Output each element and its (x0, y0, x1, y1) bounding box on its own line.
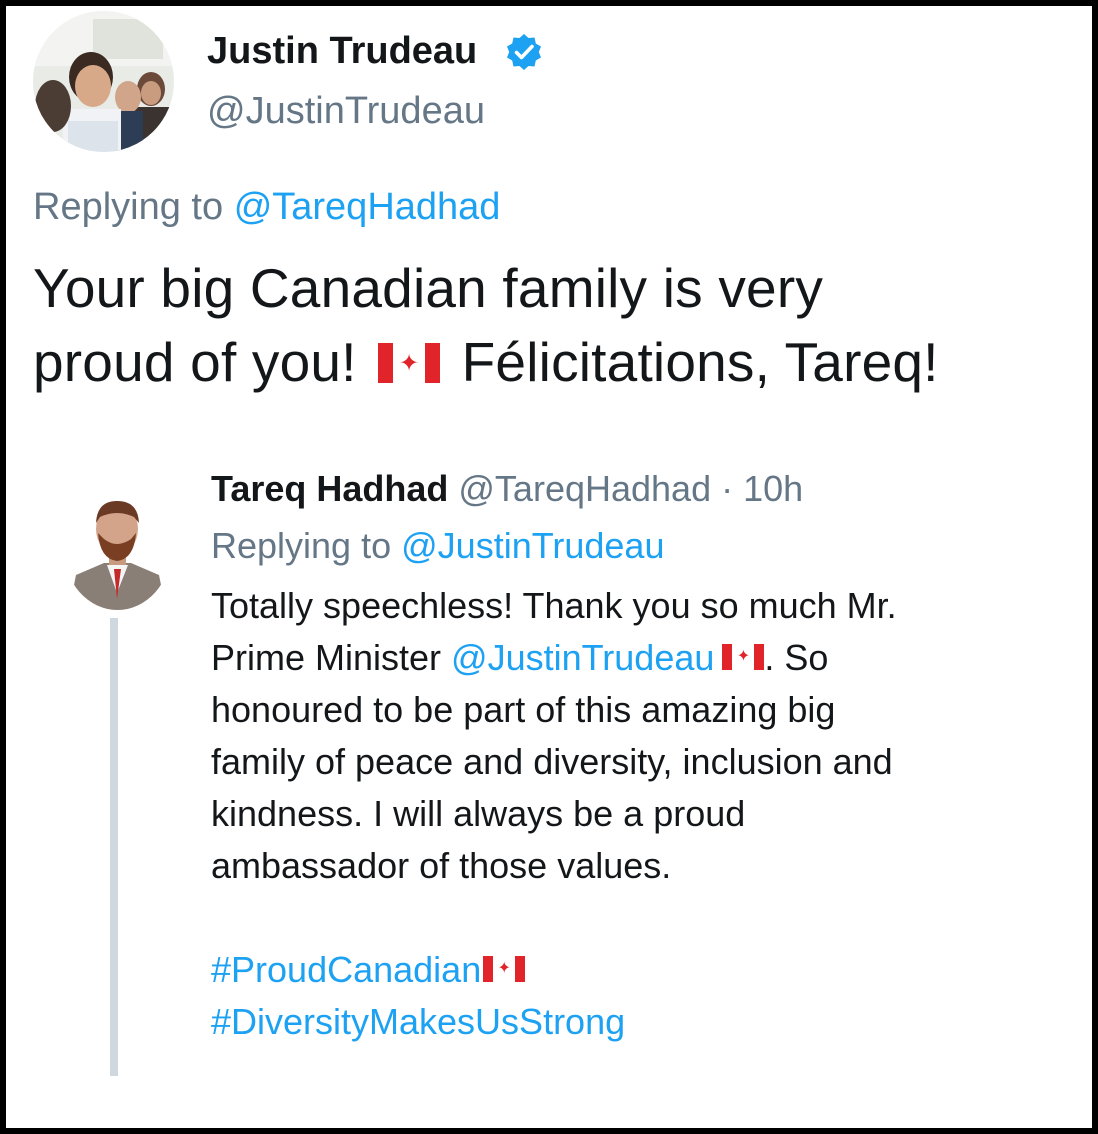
mention-link[interactable]: @JustinTrudeau (451, 637, 714, 678)
reply-header: Tareq Hadhad @TareqHadhad · 10h (211, 468, 803, 510)
reply-body-line: Totally speechless! Thank you so much Mr… (211, 585, 897, 626)
reply-body-line: Prime Minister @JustinTrudeau ✦. So (211, 632, 1071, 684)
reply-body-fragment: Prime Minister (211, 637, 442, 678)
hashtag-line: #ProudCanadian ✦ (211, 944, 625, 996)
reply-body-line: honoured to be part of this amazing big (211, 689, 836, 730)
canada-flag-icon: ✦ (378, 343, 441, 384)
reply-context-prefix: Replying to (211, 525, 392, 566)
reply-author-avatar[interactable] (64, 489, 171, 610)
avatar-photo (33, 11, 174, 152)
hashtag-link[interactable]: #ProudCanadian (211, 949, 481, 990)
author-avatar[interactable] (33, 11, 174, 152)
tweet-text-fragment: proud of you! (33, 331, 357, 393)
reply-timestamp[interactable]: 10h (743, 468, 803, 509)
reply-body-fragment: . So (764, 637, 829, 678)
tweet-text-fragment: Félicitations, Tareq! (461, 331, 939, 393)
hashtag-link[interactable]: #DiversityMakesUsStrong (211, 996, 625, 1048)
reply-body: Totally speechless! Thank you so much Mr… (211, 580, 1071, 892)
reply-body-line: ambassador of those values. (211, 845, 672, 886)
author-name[interactable]: Justin Trudeau (207, 30, 477, 73)
canada-flag-icon: ✦ (483, 956, 526, 983)
verified-badge-icon (504, 32, 544, 72)
reply-context-mention-link[interactable]: @JustinTrudeau (401, 525, 664, 566)
avatar-photo (64, 489, 171, 610)
reply-context: Replying to @JustinTrudeau (211, 525, 664, 567)
reply-context: Replying to @TareqHadhad (33, 186, 500, 229)
reply-context-prefix: Replying to (33, 186, 224, 228)
author-handle[interactable]: @JustinTrudeau (207, 90, 485, 133)
tweet-text-line: Your big Canadian family is very (33, 257, 824, 319)
reply-separator: · (721, 468, 734, 509)
reply-author-name[interactable]: Tareq Hadhad (211, 468, 448, 509)
tweet-text-line: proud of you! ✦ Félicitations, Tareq! (33, 330, 939, 394)
canada-flag-icon: ✦ (722, 644, 765, 671)
reply-body-line: family of peace and diversity, inclusion… (211, 741, 893, 782)
reply-context-mention-link[interactable]: @TareqHadhad (234, 186, 501, 228)
hashtag-list: #ProudCanadian ✦ #DiversityMakesUsStrong (211, 944, 625, 1048)
reply-author-handle[interactable]: @TareqHadhad (458, 468, 711, 509)
thread-connector-line (110, 618, 118, 1076)
reply-body-line: kindness. I will always be a proud (211, 793, 746, 834)
